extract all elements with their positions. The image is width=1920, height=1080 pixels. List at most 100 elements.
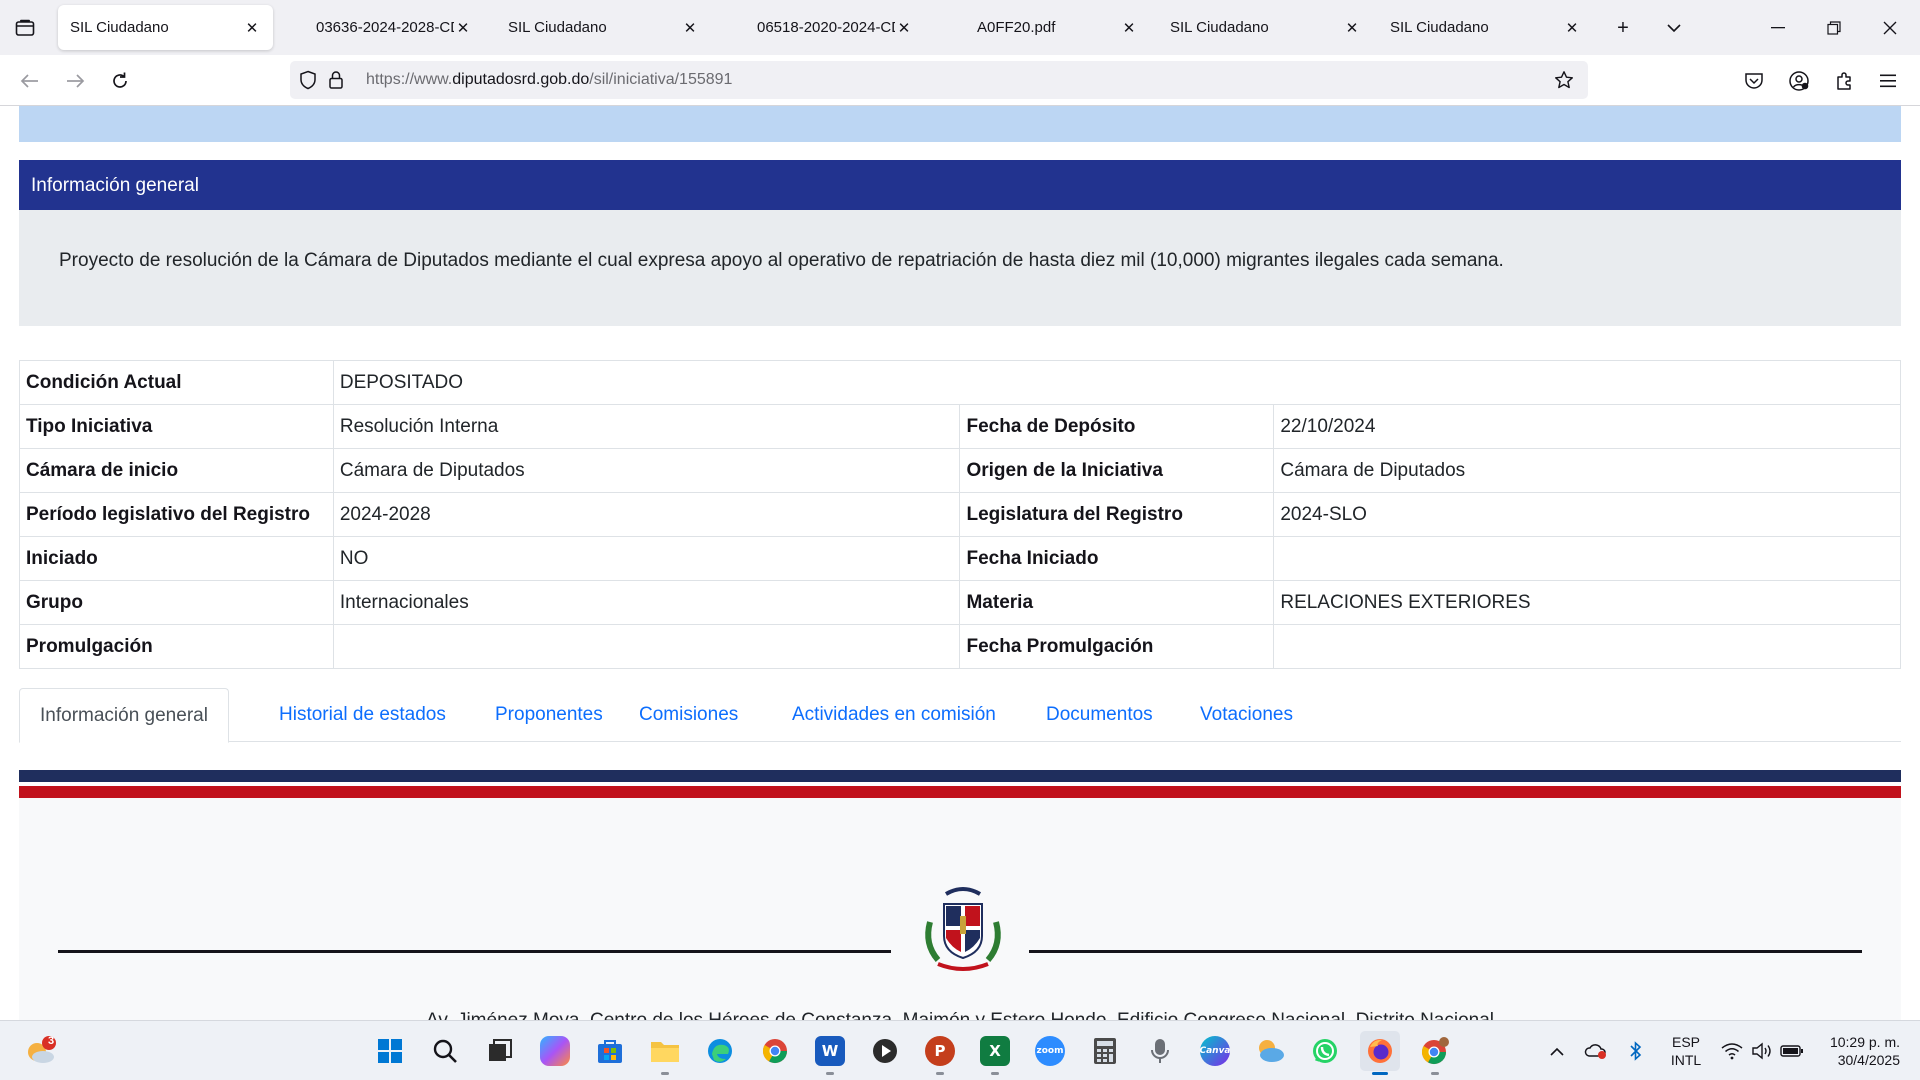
browser-tab-7[interactable]: SIL Ciudadano ✕ [1378, 5, 1593, 50]
windows-taskbar: 3 W P X zoom Canva ESP INTL 10:29 p. m. … [0, 1020, 1920, 1080]
tab-documentos[interactable]: Documentos [1026, 688, 1173, 742]
media-player-icon[interactable] [865, 1031, 905, 1071]
close-tab-icon[interactable]: ✕ [243, 19, 261, 37]
browser-tab-strip: SIL Ciudadano ✕ 03636-2024-2028-CD ✕ SIL… [0, 0, 1920, 55]
calculator-icon[interactable] [1085, 1031, 1125, 1071]
weather-app-icon[interactable] [1250, 1031, 1290, 1071]
initiative-details-table: Condición Actual DEPOSITADO Tipo Iniciat… [19, 360, 1902, 669]
chevron-down-icon[interactable] [1659, 14, 1689, 42]
tab-list-icon[interactable] [10, 14, 40, 42]
detail-label: Fecha Iniciado [959, 536, 1275, 581]
browser-tab-title: SIL Ciudadano [70, 19, 169, 36]
close-tab-icon[interactable]: ✕ [1563, 19, 1581, 37]
tab-historial-de-estados[interactable]: Historial de estados [259, 688, 466, 742]
initiative-description: Proyecto de resolución de la Cámara de D… [19, 210, 1901, 326]
tracking-protection-shield-icon[interactable] [296, 68, 320, 92]
forward-arrow-icon[interactable] [59, 65, 91, 97]
bookmark-star-icon[interactable] [1552, 68, 1576, 92]
show-hidden-icons-chevron-icon[interactable] [1547, 1039, 1567, 1063]
start-icon[interactable] [370, 1031, 410, 1071]
table-row: Tipo Iniciativa Resolución Interna Fecha… [19, 404, 1901, 449]
pocket-icon[interactable] [1738, 65, 1770, 97]
powerpoint-icon[interactable]: P [920, 1031, 960, 1075]
footer-address: Av. Jiménez Moya, Centro de los Héroes d… [19, 1010, 1901, 1020]
task-view-icon[interactable] [480, 1031, 520, 1071]
tab-actividades-en-comision[interactable]: Actividades en comisión [772, 688, 1016, 742]
browser-tab-3[interactable]: SIL Ciudadano ✕ [496, 5, 711, 50]
browser-tab-2[interactable]: 03636-2024-2028-CD ✕ [304, 5, 484, 50]
keyboard-layout: INTL [1670, 1052, 1702, 1068]
browser-navigation-bar: https://www.diputadosrd.gob.do/sil/inici… [0, 55, 1920, 106]
detail-value [332, 624, 961, 669]
browser-tab-title: SIL Ciudadano [1170, 19, 1269, 36]
detail-label: Cámara de inicio [19, 448, 334, 493]
browser-tab-title: A0FF20.pdf [977, 19, 1056, 36]
reload-icon[interactable] [104, 65, 136, 97]
table-row: Cámara de inicio Cámara de Diputados Ori… [19, 448, 1901, 493]
tab-proponentes[interactable]: Proponentes [475, 688, 623, 742]
browser-tab-1[interactable]: SIL Ciudadano ✕ [58, 5, 273, 50]
new-tab-plus-icon[interactable]: + [1608, 14, 1638, 42]
table-row: Promulgación Fecha Promulgación [19, 624, 1901, 669]
detail-label: Fecha Promulgación [959, 624, 1275, 669]
detail-label: Condición Actual [19, 360, 334, 405]
url-domain: diputadosrd.gob.do [452, 71, 590, 88]
minimize-window-icon[interactable] [1755, 8, 1801, 48]
table-row: Iniciado NO Fecha Iniciado [19, 536, 1901, 581]
battery-icon[interactable] [1779, 1039, 1805, 1063]
tab-informacion-general[interactable]: Información general [19, 688, 229, 743]
browser-tab-5[interactable]: A0FF20.pdf ✕ [965, 5, 1150, 50]
close-tab-icon[interactable]: ✕ [454, 19, 472, 37]
detail-value: Cámara de Diputados [332, 448, 961, 493]
detail-value [1273, 536, 1901, 581]
zoom-icon[interactable]: zoom [1030, 1031, 1070, 1071]
close-tab-icon[interactable]: ✕ [895, 19, 913, 37]
volume-icon[interactable] [1750, 1039, 1774, 1063]
input-language-indicator[interactable]: ESP INTL [1668, 1033, 1704, 1069]
wifi-icon[interactable] [1720, 1039, 1744, 1063]
tab-votaciones[interactable]: Votaciones [1180, 688, 1313, 742]
chrome-icon[interactable] [755, 1031, 795, 1071]
table-row: Condición Actual DEPOSITADO [19, 360, 1902, 405]
detail-value: RELACIONES EXTERIORES [1273, 580, 1901, 625]
whatsapp-icon[interactable] [1305, 1031, 1345, 1071]
detail-label: Tipo Iniciativa [19, 404, 334, 449]
account-icon[interactable] [1783, 65, 1815, 97]
excel-icon[interactable]: X [975, 1031, 1015, 1075]
close-tab-icon[interactable]: ✕ [681, 19, 699, 37]
file-explorer-icon[interactable] [645, 1031, 685, 1075]
table-row: Grupo Internacionales Materia RELACIONES… [19, 580, 1901, 625]
back-arrow-icon[interactable] [14, 65, 46, 97]
canva-icon[interactable]: Canva [1195, 1031, 1235, 1071]
clock-date: 30/4/2025 [1837, 1052, 1900, 1068]
store-icon[interactable] [590, 1031, 630, 1071]
lock-icon[interactable] [324, 68, 348, 92]
firefox-icon[interactable] [1360, 1031, 1400, 1075]
recorder-icon[interactable] [1140, 1031, 1180, 1071]
close-tab-icon[interactable]: ✕ [1343, 19, 1361, 37]
onedrive-icon[interactable] [1583, 1039, 1609, 1063]
browser-tab-6[interactable]: SIL Ciudadano ✕ [1158, 5, 1373, 50]
weather-widget-icon[interactable]: 3 [20, 1031, 60, 1071]
chrome-profile-icon[interactable] [1415, 1031, 1455, 1075]
extensions-icon[interactable] [1828, 65, 1860, 97]
edge-icon[interactable] [700, 1031, 740, 1071]
detail-label: Iniciado [19, 536, 334, 581]
close-window-icon[interactable] [1867, 8, 1913, 48]
taskbar-clock[interactable]: 10:29 p. m. 30/4/2025 [1810, 1033, 1900, 1069]
restore-window-icon[interactable] [1811, 8, 1857, 48]
url-bar[interactable]: https://www.diputadosrd.gob.do/sil/inici… [290, 61, 1588, 99]
copilot-icon[interactable] [535, 1031, 575, 1071]
detail-value: NO [332, 536, 961, 581]
browser-tab-4[interactable]: 06518-2020-2024-CD ✕ [745, 5, 925, 50]
detail-value: 22/10/2024 [1273, 404, 1901, 449]
language-code: ESP [1671, 1034, 1700, 1050]
bluetooth-icon[interactable] [1626, 1039, 1646, 1063]
word-icon[interactable]: W [810, 1031, 850, 1075]
footer-stripe-red [19, 786, 1901, 798]
hamburger-menu-icon[interactable] [1873, 65, 1905, 97]
detail-label: Legislatura del Registro [959, 492, 1275, 537]
search-icon[interactable] [425, 1031, 465, 1071]
tab-comisiones[interactable]: Comisiones [619, 688, 758, 742]
close-tab-icon[interactable]: ✕ [1120, 19, 1138, 37]
